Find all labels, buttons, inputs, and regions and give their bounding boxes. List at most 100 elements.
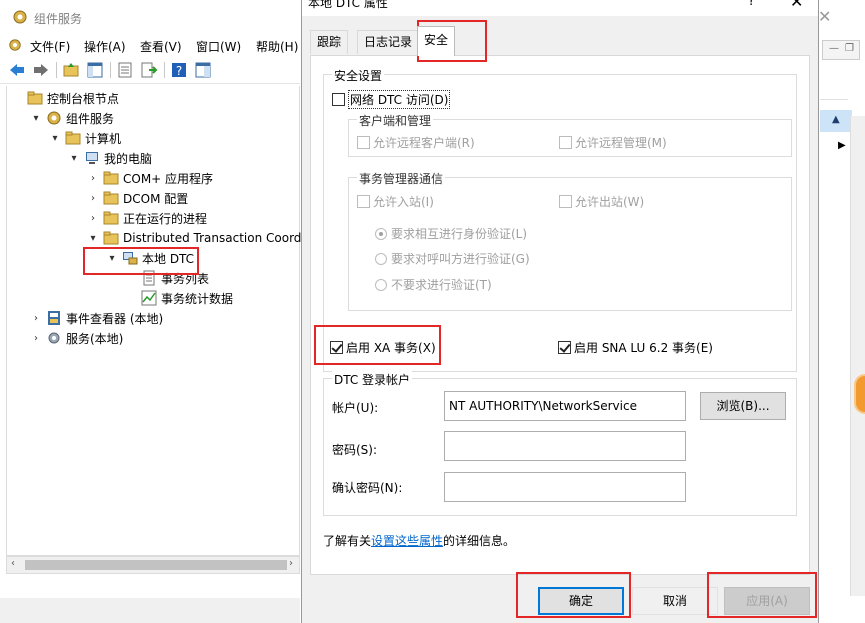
tree-item[interactable]: › COM+ 应用程序 [87, 168, 213, 188]
local-dtc-icon [123, 252, 138, 265]
tree-item[interactable]: ▾ 本地 DTC [106, 248, 194, 268]
confirm-password-input[interactable] [444, 472, 686, 502]
chevron-down-icon[interactable]: ▾ [49, 133, 61, 144]
my-computer-icon [86, 152, 98, 164]
chevron-down-icon[interactable]: ▾ [87, 233, 99, 244]
scroll-right-icon[interactable]: › [289, 558, 293, 569]
tab-tracing[interactable]: 跟踪 [310, 30, 349, 54]
tree-item[interactable]: › 事件查看器 (本地) [30, 308, 163, 328]
checkbox-box[interactable] [330, 341, 343, 354]
status-bar [0, 598, 300, 623]
vertical-scrollbar[interactable] [850, 116, 865, 596]
radio-circle[interactable] [375, 227, 387, 240]
chevron-right-icon[interactable]: › [87, 213, 99, 224]
chevron-right-icon[interactable]: › [87, 173, 99, 184]
no-auth-radio[interactable]: 不要求进行验证(T) [375, 276, 492, 293]
settings-help-link[interactable]: 设置这些属性 [371, 534, 443, 548]
menu-view[interactable]: 查看(V) [140, 38, 182, 55]
network-dtc-access-checkbox[interactable]: 网络 DTC 访问(D) [332, 90, 451, 109]
allow-outbound-checkbox[interactable]: 允许出站(W) [559, 193, 644, 210]
chevron-down-icon[interactable]: ▾ [106, 253, 118, 264]
browse-button[interactable]: 浏览(B)... [700, 392, 786, 420]
tree-item-label: 事件查看器 (本地) [66, 311, 164, 326]
help-icon[interactable]: ? [748, 0, 755, 9]
action-pane-icon[interactable] [194, 61, 212, 79]
expand-right-icon[interactable]: ▶ [838, 140, 846, 151]
cancel-button[interactable]: 取消 [632, 587, 718, 615]
floating-badge[interactable] [854, 374, 865, 414]
password-input[interactable] [444, 431, 686, 461]
chevron-right-icon[interactable]: › [30, 333, 42, 344]
chevron-right-icon[interactable]: › [87, 193, 99, 204]
minimize-icon[interactable]: — [829, 43, 839, 54]
close-icon[interactable]: ✕ [818, 7, 831, 26]
caller-auth-radio[interactable]: 要求对呼叫方进行验证(G) [375, 250, 530, 267]
tree-item[interactable]: 事务统计数据 [125, 288, 233, 308]
tree-item-label: 事务统计数据 [161, 291, 234, 306]
actions-section-header[interactable]: ▲ [820, 110, 852, 132]
tree-item[interactable]: ▾ 我的电脑 [68, 148, 152, 168]
forward-arrow-icon[interactable] [32, 61, 50, 79]
actions-header [820, 78, 848, 100]
tree-item-label: 本地 DTC [142, 251, 195, 266]
menu-help[interactable]: 帮助(H) [256, 38, 298, 55]
tree-item-label: 事务列表 [161, 271, 210, 286]
export-list-icon[interactable] [140, 61, 158, 79]
enable-xa-checkbox[interactable]: 启用 XA 事务(X) [330, 339, 436, 356]
ok-button[interactable]: 确定 [538, 587, 624, 615]
radio-circle[interactable] [375, 252, 387, 265]
local-dtc-properties-dialog: 本地 DTC 属性 ? ✕ 跟踪 日志记录 安全 安全设置 网络 DTC 访问(… [301, 0, 819, 623]
password-label: 密码(S): [332, 443, 378, 457]
folder-icon [27, 91, 43, 105]
back-arrow-icon[interactable] [8, 61, 26, 79]
tree-item[interactable]: ▾ 计算机 [49, 128, 121, 148]
folder-icon [103, 231, 119, 245]
info-text: 了解有关设置这些属性的详细信息。 [323, 534, 516, 548]
help-icon[interactable]: ? [170, 61, 188, 79]
enable-sna-checkbox[interactable]: 启用 SNA LU 6.2 事务(E) [558, 339, 713, 356]
tab-logging[interactable]: 日志记录 [357, 30, 420, 54]
mutual-auth-radio[interactable]: 要求相互进行身份验证(L) [375, 225, 527, 242]
checkbox-box[interactable] [357, 195, 370, 208]
tree-item[interactable]: › 正在运行的进程 [87, 208, 207, 228]
tree-item-label: DCOM 配置 [123, 191, 189, 206]
chevron-down-icon[interactable]: ▾ [30, 113, 42, 124]
tree-item[interactable]: 事务列表 [125, 268, 209, 288]
properties-icon[interactable] [116, 61, 134, 79]
up-folder-icon[interactable] [62, 61, 80, 79]
account-input[interactable] [444, 391, 686, 421]
chevron-down-icon[interactable]: ▾ [68, 153, 80, 164]
checkbox-box[interactable] [559, 136, 572, 149]
restore-icon[interactable]: ❐ [845, 43, 854, 54]
scrollbar-thumb[interactable] [25, 560, 287, 570]
allow-inbound-checkbox[interactable]: 允许入站(I) [357, 193, 434, 210]
tree-item[interactable]: › 服务(本地) [30, 328, 123, 348]
pane-controls[interactable]: — ❐ [822, 40, 860, 60]
horizontal-scrollbar[interactable]: ‹ › [6, 556, 300, 574]
menu-window[interactable]: 窗口(W) [196, 38, 241, 55]
apply-button[interactable]: 应用(A) [724, 587, 810, 615]
tab-security[interactable]: 安全 [417, 26, 456, 56]
folder-icon [103, 211, 119, 225]
radio-circle[interactable] [375, 278, 387, 291]
checkbox-box[interactable] [332, 93, 345, 106]
checkbox-box[interactable] [357, 136, 370, 149]
menu-action[interactable]: 操作(A) [84, 38, 126, 55]
allow-remote-clients-checkbox[interactable]: 允许远程客户端(R) [357, 134, 475, 151]
app-menu-icon[interactable] [8, 38, 22, 52]
show-hide-tree-icon[interactable] [86, 61, 104, 79]
tree-item[interactable]: ▾ 组件服务 [30, 108, 114, 128]
menu-file[interactable]: 文件(F) [30, 38, 70, 55]
allow-remote-admin-checkbox[interactable]: 允许远程管理(M) [559, 134, 667, 151]
chevron-right-icon[interactable]: › [30, 313, 42, 324]
close-icon[interactable]: ✕ [790, 0, 803, 11]
component-services-icon [13, 10, 27, 24]
tree-item[interactable]: 控制台根节点 [11, 88, 119, 108]
tree-item-label: 计算机 [85, 131, 122, 146]
checkbox-box[interactable] [558, 341, 571, 354]
tree-item[interactable]: ▾ Distributed Transaction Coordina [87, 228, 319, 248]
collapse-up-icon[interactable]: ▲ [832, 114, 840, 125]
scroll-left-icon[interactable]: ‹ [11, 558, 15, 569]
tree-item[interactable]: › DCOM 配置 [87, 188, 188, 208]
checkbox-box[interactable] [559, 195, 572, 208]
